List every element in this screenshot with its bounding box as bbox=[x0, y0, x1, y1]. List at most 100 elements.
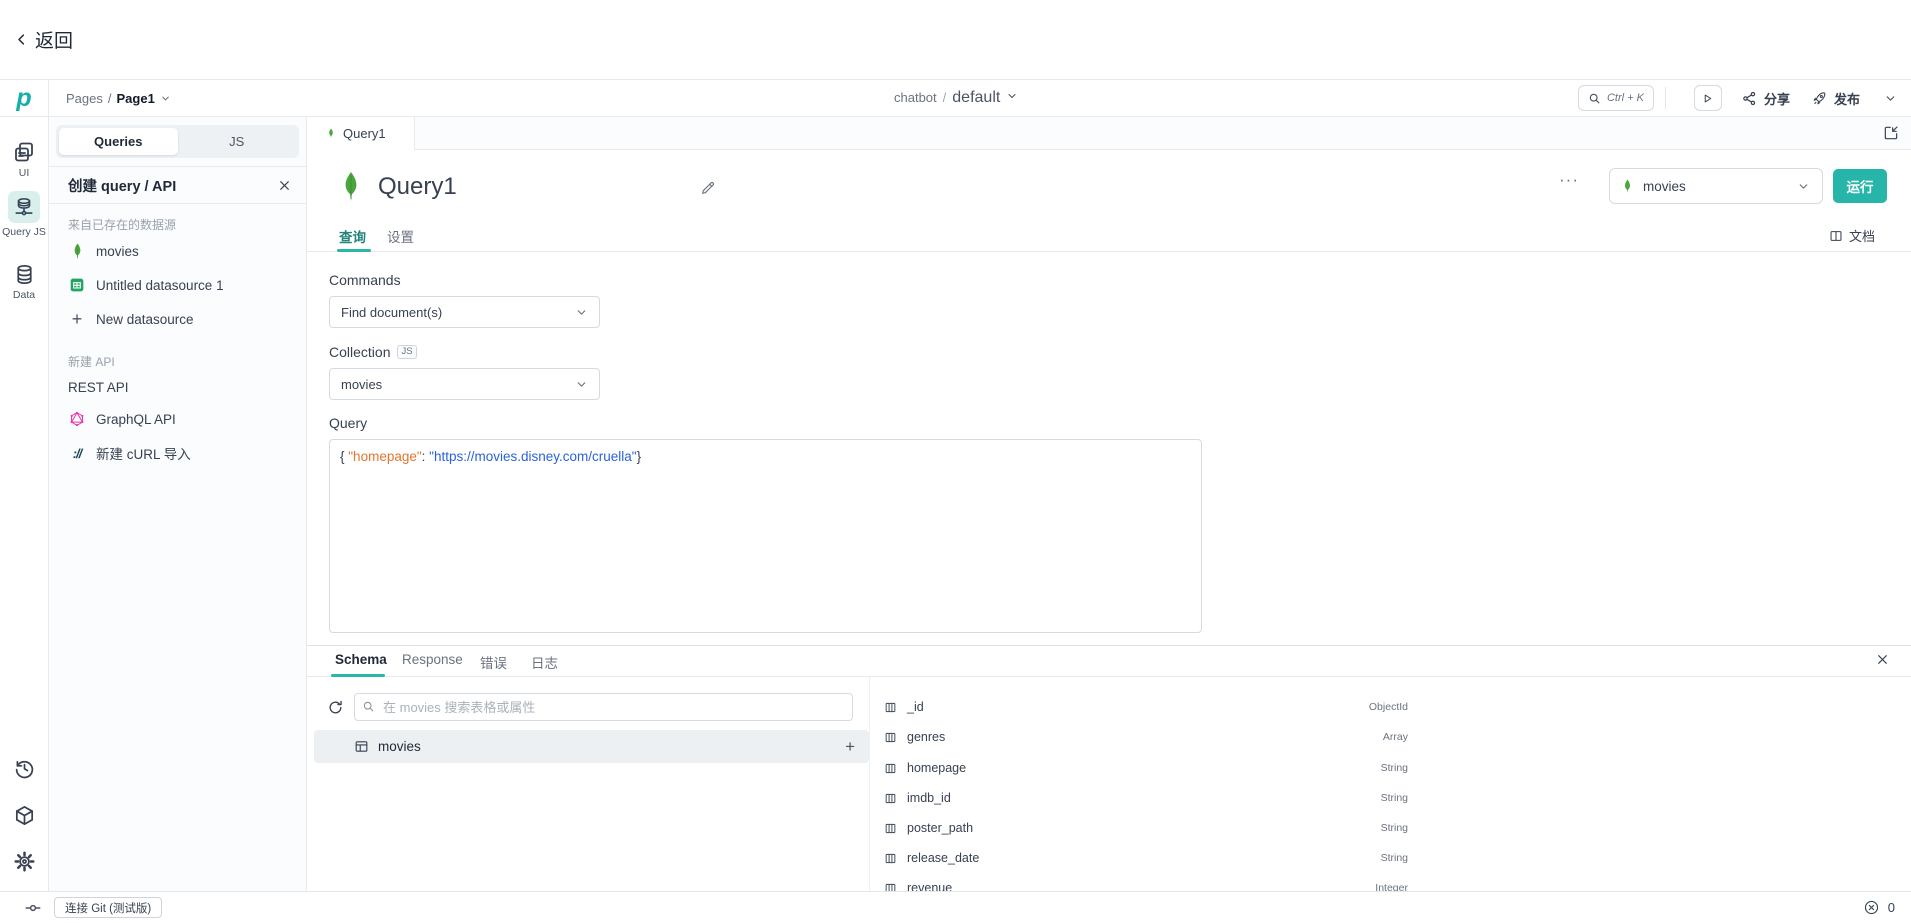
back-label: 返回 bbox=[35, 26, 73, 53]
refresh-icon[interactable] bbox=[327, 699, 344, 716]
code-line: { "homepage": "https://movies.disney.com… bbox=[340, 449, 1191, 464]
column-icon bbox=[884, 792, 897, 805]
datasource-item-movies[interactable]: movies bbox=[68, 240, 139, 262]
query-js-icon bbox=[8, 191, 40, 223]
breadcrumb[interactable]: Pages / Page1 bbox=[66, 91, 171, 106]
field-row[interactable]: release_date String bbox=[884, 843, 1408, 873]
table-row-movies[interactable]: movies + bbox=[314, 730, 869, 763]
schema-search-input[interactable] bbox=[354, 693, 853, 721]
chevron-down-icon bbox=[1006, 90, 1018, 102]
settings-button[interactable] bbox=[0, 850, 48, 873]
field-row[interactable]: homepage String bbox=[884, 753, 1408, 783]
rail-item-ui[interactable]: UI bbox=[0, 140, 48, 179]
database-icon bbox=[13, 263, 36, 286]
datasource-item-untitled[interactable]: Untitled datasource 1 bbox=[68, 274, 224, 296]
package-icon bbox=[13, 804, 36, 827]
tab-js[interactable]: JS bbox=[178, 128, 297, 155]
share-icon bbox=[1742, 91, 1757, 106]
tab-settings[interactable]: 设置 bbox=[387, 226, 414, 246]
api-name: REST API bbox=[68, 380, 129, 395]
query-more-menu[interactable]: ··· bbox=[1559, 170, 1579, 190]
back-button[interactable]: 返回 bbox=[14, 26, 73, 53]
field-row[interactable]: imdb_id String bbox=[884, 783, 1408, 813]
query-label: Query bbox=[329, 415, 367, 431]
breadcrumb-root: Pages bbox=[66, 91, 103, 106]
search-shortcut: Ctrl + K bbox=[1607, 92, 1644, 104]
history-button[interactable] bbox=[0, 757, 48, 780]
api-item-rest[interactable]: REST API bbox=[68, 376, 129, 398]
gear-icon bbox=[13, 850, 36, 873]
global-search-button[interactable]: Ctrl + K bbox=[1578, 85, 1654, 111]
rail-label-ui: UI bbox=[19, 167, 30, 179]
query-code-editor[interactable]: { "homepage": "https://movies.disney.com… bbox=[329, 439, 1202, 633]
connect-git-button[interactable]: 连接 Git (测试版) bbox=[54, 897, 162, 918]
result-tabs: Schema Response 错误 日志 bbox=[307, 646, 1911, 677]
tab-schema[interactable]: Schema bbox=[335, 652, 387, 667]
panel-tabs-row: Queries JS bbox=[49, 117, 306, 167]
query-tab-query1[interactable]: Query1 bbox=[307, 117, 415, 150]
plus-icon: + bbox=[68, 310, 86, 328]
query-tabstrip: Query1 bbox=[307, 117, 1911, 150]
tab-query[interactable]: 查询 bbox=[339, 226, 366, 246]
env-sep: / bbox=[943, 90, 947, 105]
query-editor-area: Query1 Query1 ··· movies bbox=[307, 117, 1911, 891]
close-icon[interactable] bbox=[1876, 653, 1889, 666]
breadcrumb-sep: / bbox=[108, 91, 112, 106]
commands-select-value: Find document(s) bbox=[341, 305, 442, 320]
tab-errors[interactable]: 错误 bbox=[480, 652, 507, 672]
collection-select-value: movies bbox=[341, 377, 382, 392]
collection-select[interactable]: movies bbox=[329, 368, 600, 400]
package-button[interactable] bbox=[0, 804, 48, 827]
chevron-down-icon bbox=[575, 306, 588, 319]
app-logo[interactable]: p bbox=[0, 80, 49, 116]
mongodb-leaf-icon bbox=[68, 243, 86, 260]
env-name: default bbox=[952, 89, 1000, 107]
field-row[interactable]: _id ObjectId bbox=[884, 692, 1408, 722]
rail-item-data[interactable]: Data bbox=[0, 263, 48, 301]
field-row[interactable]: revenue Integer bbox=[884, 873, 1408, 891]
field-row[interactable]: genres Array bbox=[884, 722, 1408, 752]
rail-item-query-js[interactable]: Query JS bbox=[0, 191, 48, 238]
active-tab-underline bbox=[337, 249, 371, 252]
publish-button[interactable]: 发布 bbox=[1812, 89, 1860, 108]
api-item-curl[interactable]: :// 新建 cURL 导入 bbox=[68, 442, 191, 464]
history-icon bbox=[13, 757, 36, 780]
rocket-icon bbox=[1812, 91, 1827, 106]
tab-logs[interactable]: 日志 bbox=[531, 652, 558, 672]
docs-link[interactable]: 文档 bbox=[1829, 226, 1875, 245]
result-panel: Schema Response 错误 日志 bbox=[307, 645, 1911, 891]
collection-label: Collection JS bbox=[329, 344, 417, 360]
run-button[interactable]: 运行 bbox=[1833, 169, 1887, 203]
table-name: movies bbox=[378, 739, 421, 754]
query-subtabs: 查询 设置 文档 bbox=[307, 221, 1911, 252]
share-button[interactable]: 分享 bbox=[1742, 89, 1790, 108]
api-item-graphql[interactable]: GraphQL API bbox=[68, 408, 176, 430]
datasource-select[interactable]: movies bbox=[1609, 168, 1823, 204]
statusbar-right: 0 bbox=[1863, 899, 1895, 916]
datasource-name: Untitled datasource 1 bbox=[96, 278, 224, 293]
graphql-icon bbox=[68, 411, 86, 427]
chevron-down-icon bbox=[160, 93, 171, 104]
section-new-api: 新建 API bbox=[68, 353, 115, 370]
preview-button[interactable] bbox=[1694, 85, 1722, 111]
close-icon[interactable] bbox=[278, 179, 291, 192]
collapse-icon[interactable] bbox=[1883, 125, 1899, 141]
tab-queries[interactable]: Queries bbox=[59, 128, 178, 155]
environment-switcher[interactable]: chatbot / default bbox=[894, 89, 1018, 107]
logo-glyph: p bbox=[16, 86, 31, 111]
publish-menu-chevron[interactable] bbox=[1884, 92, 1897, 105]
active-tab-underline bbox=[331, 674, 385, 677]
datasource-select-value: movies bbox=[1643, 179, 1686, 194]
js-badge[interactable]: JS bbox=[397, 345, 416, 359]
google-sheets-icon bbox=[68, 277, 86, 293]
field-row[interactable]: poster_path String bbox=[884, 813, 1408, 843]
add-column-button[interactable]: + bbox=[845, 737, 855, 757]
search-icon bbox=[1588, 92, 1601, 105]
error-circle-icon[interactable] bbox=[1863, 899, 1880, 916]
query-creation-panel: Queries JS 创建 query / API 来自已存在的数据源 movi… bbox=[49, 117, 307, 891]
commands-select[interactable]: Find document(s) bbox=[329, 296, 600, 328]
edit-pencil-icon[interactable] bbox=[700, 180, 716, 196]
panel-divider bbox=[869, 677, 870, 891]
new-datasource-button[interactable]: + New datasource bbox=[68, 308, 194, 330]
tab-response[interactable]: Response bbox=[402, 652, 463, 667]
